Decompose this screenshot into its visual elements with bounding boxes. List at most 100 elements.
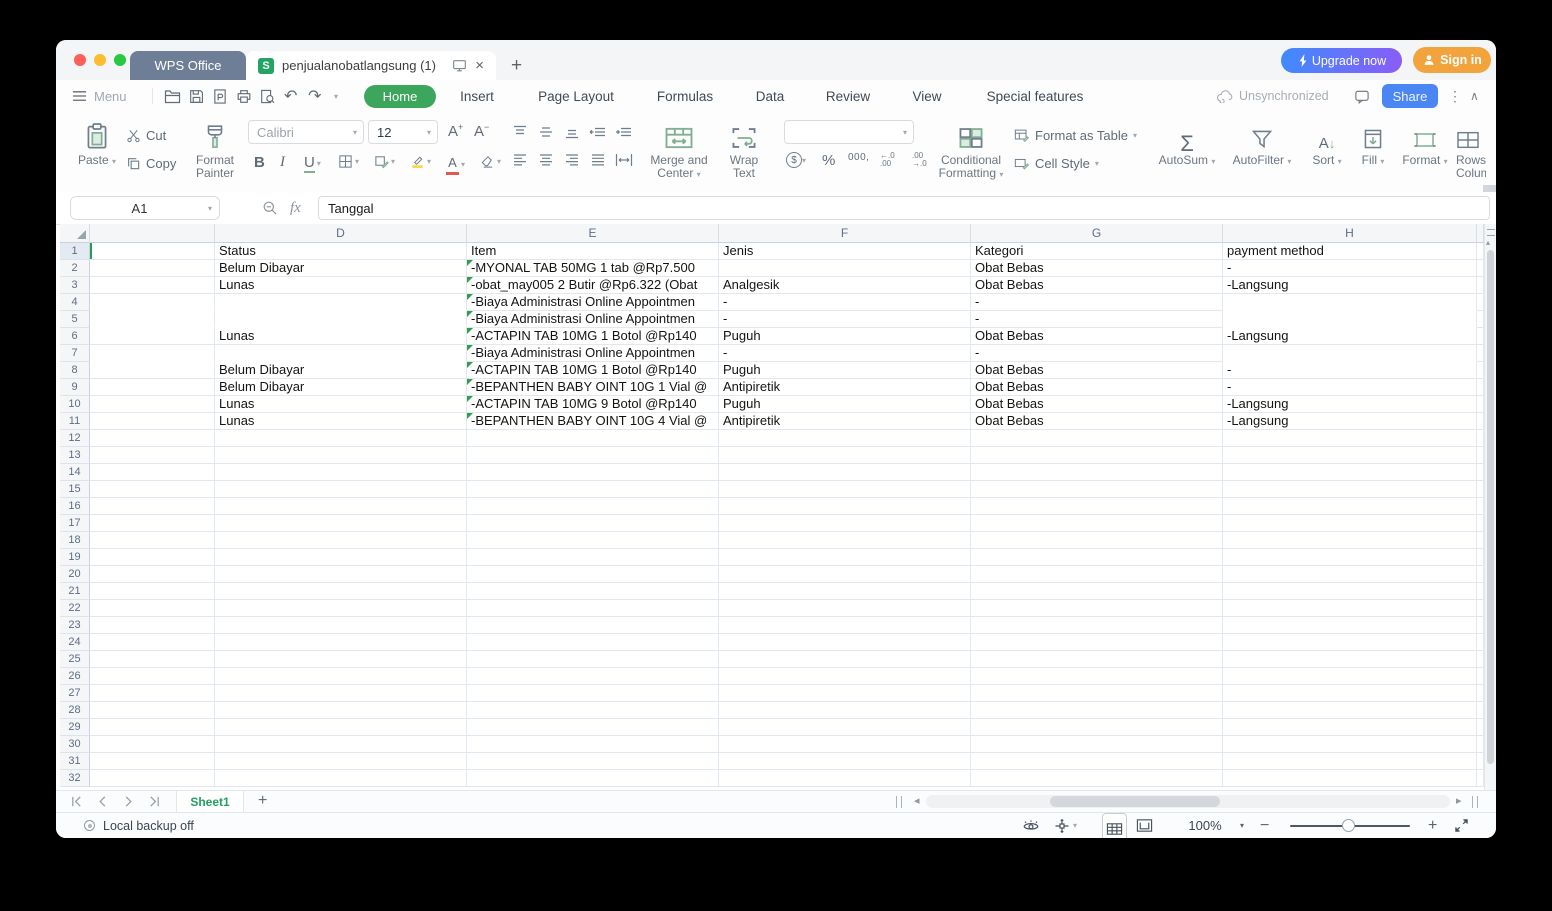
prev-sheet-icon[interactable] (96, 795, 110, 809)
row-header-3[interactable]: 3 (60, 277, 90, 294)
cell-f17[interactable] (719, 515, 971, 532)
insert-function-icon[interactable]: fx (290, 200, 301, 217)
cell-c24[interactable] (90, 634, 215, 651)
normal-view-button[interactable] (1102, 813, 1127, 838)
cell-h28[interactable] (1223, 702, 1477, 719)
row-header-25[interactable]: 25 (60, 651, 90, 668)
tab-home[interactable]: Home (364, 85, 436, 108)
zoom-in-button[interactable]: + (1428, 813, 1437, 838)
cell-d7[interactable] (215, 345, 467, 362)
cell-f2[interactable] (719, 260, 971, 277)
cell-i23[interactable] (1477, 617, 1484, 634)
cell-d2[interactable]: Belum Dibayar (215, 260, 467, 277)
italic-button[interactable]: I (280, 154, 285, 171)
cell-f4[interactable]: - (719, 294, 971, 311)
cell-i19[interactable] (1477, 549, 1484, 566)
cell-g10[interactable]: Obat Bebas (971, 396, 1223, 413)
row-header-22[interactable]: 22 (60, 600, 90, 617)
cell-e27[interactable] (467, 685, 719, 702)
row-header-1[interactable]: 1 (60, 243, 90, 260)
cell-h1[interactable]: payment method (1223, 243, 1477, 260)
sheet-tab-sheet1[interactable]: Sheet1 (176, 791, 244, 812)
cell-i25[interactable] (1477, 651, 1484, 668)
cell-h17[interactable] (1223, 515, 1477, 532)
cell-d25[interactable] (215, 651, 467, 668)
cell-e12[interactable] (467, 430, 719, 447)
cell-i20[interactable] (1477, 566, 1484, 583)
row-header-2[interactable]: 2 (60, 260, 90, 277)
cell-d28[interactable] (215, 702, 467, 719)
cell-f27[interactable] (719, 685, 971, 702)
cell-h6[interactable]: -Langsung (1223, 328, 1477, 345)
cell-f7[interactable]: - (719, 345, 971, 362)
cell-e32[interactable] (467, 770, 719, 787)
monitor-icon[interactable] (452, 58, 467, 73)
row-header-14[interactable]: 14 (60, 464, 90, 481)
cell-d31[interactable] (215, 753, 467, 770)
cell-d10[interactable]: Lunas (215, 396, 467, 413)
decrease-font-size-button[interactable]: A− (474, 122, 489, 140)
cell-f21[interactable] (719, 583, 971, 600)
cell-g31[interactable] (971, 753, 1223, 770)
cell-d12[interactable] (215, 430, 467, 447)
cell-c16[interactable] (90, 498, 215, 515)
copy-button[interactable]: Copy (126, 152, 176, 174)
tab-insert[interactable]: Insert (460, 80, 494, 112)
cell-i14[interactable] (1477, 464, 1484, 481)
cell-e14[interactable] (467, 464, 719, 481)
cell-d17[interactable] (215, 515, 467, 532)
cell-i4[interactable] (1477, 294, 1484, 311)
export-pdf-icon[interactable] (213, 80, 227, 112)
split-handle-icon[interactable] (1487, 229, 1495, 236)
cell-g20[interactable] (971, 566, 1223, 583)
cell-h16[interactable] (1223, 498, 1477, 515)
cell-f9[interactable]: Antipiretik (719, 379, 971, 396)
row-header-8[interactable]: 8 (60, 362, 90, 379)
cell-g16[interactable] (971, 498, 1223, 515)
cell-g15[interactable] (971, 481, 1223, 498)
cell-c31[interactable] (90, 753, 215, 770)
cell-i11[interactable] (1477, 413, 1484, 430)
align-center-icon[interactable] (536, 150, 556, 170)
increase-font-size-button[interactable]: A+ (448, 122, 463, 140)
tab-formulas[interactable]: Formulas (657, 80, 713, 112)
cell-i10[interactable] (1477, 396, 1484, 413)
row-header-19[interactable]: 19 (60, 549, 90, 566)
horizontal-scroll-thumb[interactable] (1050, 796, 1220, 807)
cell-f14[interactable] (719, 464, 971, 481)
hscroll-split-handle-right[interactable] (1472, 796, 1478, 808)
cell-h18[interactable] (1223, 532, 1477, 549)
cell-h25[interactable] (1223, 651, 1477, 668)
sign-in-button[interactable]: Sign in (1413, 47, 1491, 73)
row-header-9[interactable]: 9 (60, 379, 90, 396)
cell-c5[interactable] (90, 311, 215, 328)
cell-i31[interactable] (1477, 753, 1484, 770)
cell-h24[interactable] (1223, 634, 1477, 651)
cell-e28[interactable] (467, 702, 719, 719)
cell-e9[interactable]: -BEPANTHEN BABY OINT 10G 1 Vial @ (467, 379, 719, 396)
cell-c9[interactable] (90, 379, 215, 396)
row-header-26[interactable]: 26 (60, 668, 90, 685)
format-button[interactable]: Format ▾ (1398, 118, 1452, 168)
cell-g22[interactable] (971, 600, 1223, 617)
format-as-table-button[interactable]: Format as Table ▾ (1014, 124, 1137, 146)
cell-g3[interactable]: Obat Bebas (971, 277, 1223, 294)
cell-g32[interactable] (971, 770, 1223, 787)
cell-e11[interactable]: -BEPANTHEN BABY OINT 10G 4 Vial @ (467, 413, 719, 430)
row-header-20[interactable]: 20 (60, 566, 90, 583)
cell-c29[interactable] (90, 719, 215, 736)
cell-c7[interactable] (90, 345, 215, 362)
first-sheet-icon[interactable] (70, 795, 84, 809)
cell-d32[interactable] (215, 770, 467, 787)
cell-c20[interactable] (90, 566, 215, 583)
tab-wps-office[interactable]: WPS Office (130, 51, 246, 80)
align-bottom-icon[interactable] (562, 122, 582, 142)
cell-e25[interactable] (467, 651, 719, 668)
cell-g19[interactable] (971, 549, 1223, 566)
cell-d1[interactable]: Status (215, 243, 467, 260)
cell-h5[interactable] (1223, 311, 1477, 328)
cell-e21[interactable] (467, 583, 719, 600)
cell-c4[interactable] (90, 294, 215, 311)
cell-h10[interactable]: -Langsung (1223, 396, 1477, 413)
sort-button[interactable]: A ↓ Sort ▾ (1304, 118, 1350, 168)
